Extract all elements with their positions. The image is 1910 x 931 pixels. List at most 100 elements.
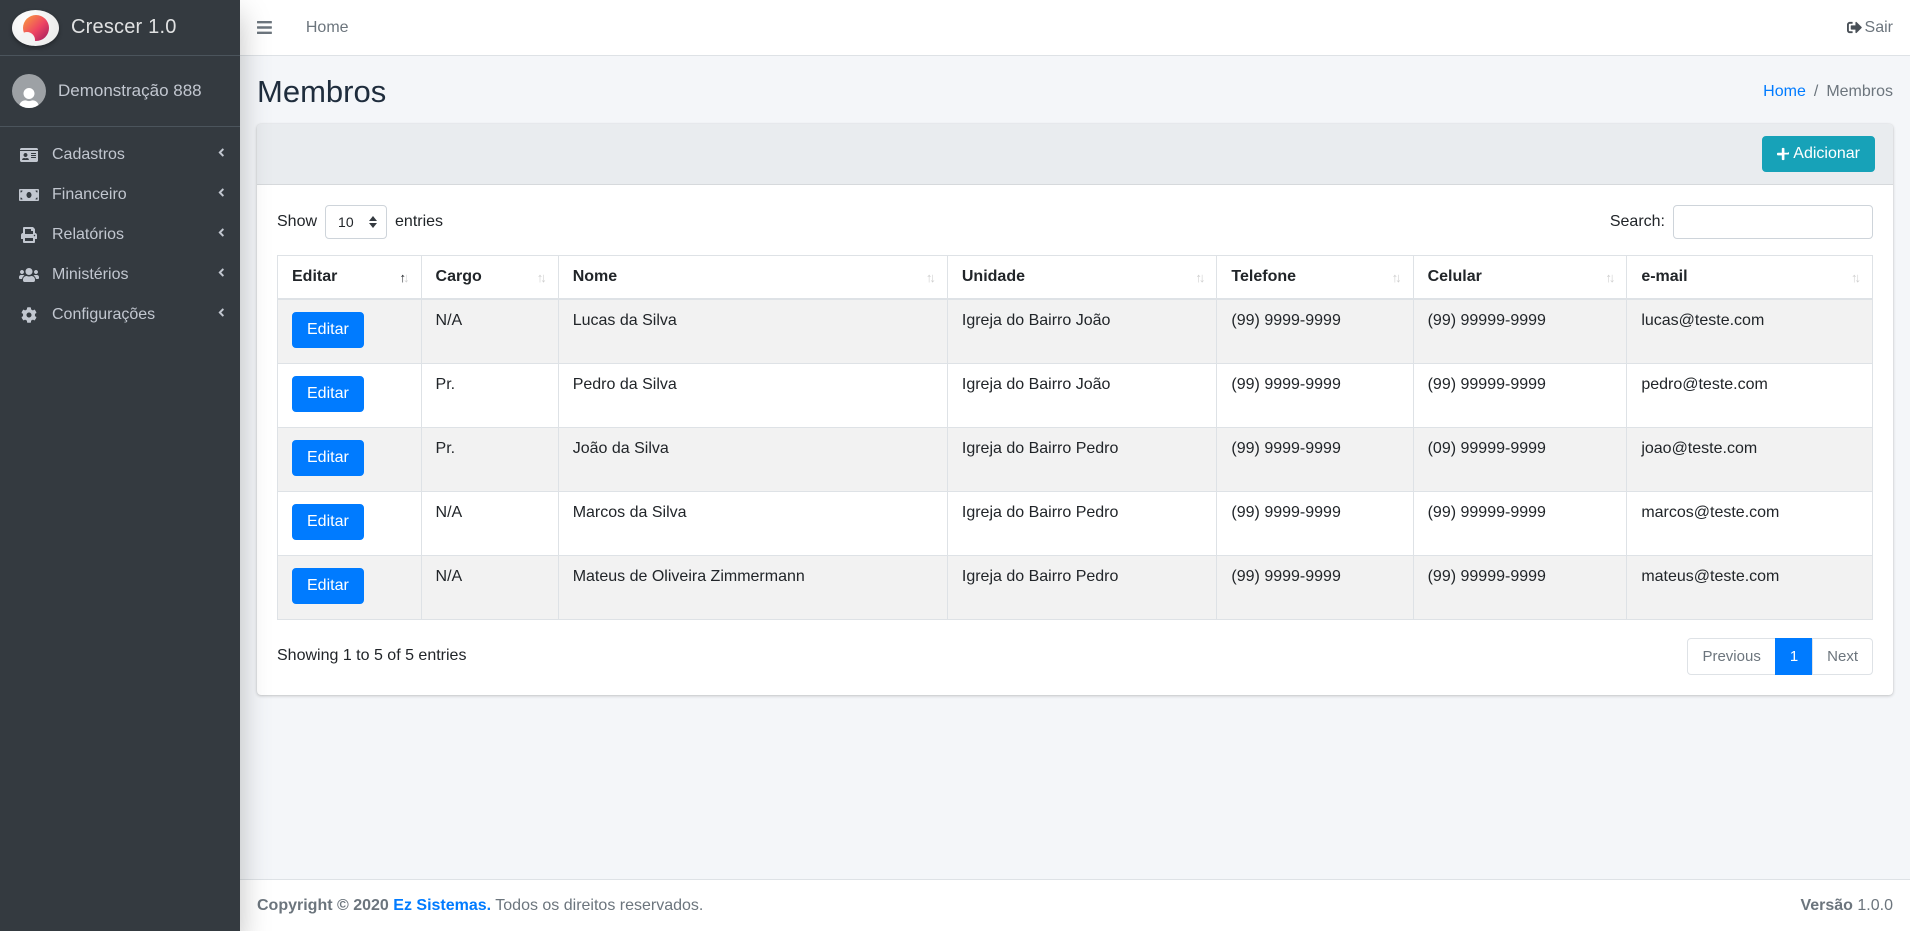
cell-editar: Editar	[278, 299, 422, 363]
column-header-cargo[interactable]: Cargo↑↓	[421, 256, 558, 300]
pagination-next-button[interactable]: Next	[1812, 638, 1873, 675]
breadcrumb-home-link[interactable]: Home	[1763, 83, 1806, 101]
app-logo-icon	[12, 10, 59, 46]
column-header-nome[interactable]: Nome↑↓	[558, 256, 947, 300]
column-header-email[interactable]: e-mail↑↓	[1627, 256, 1873, 300]
table-header-row: Editar↑↓ Cargo↑↓ Nome↑↓ Unidade↑↓ Telefo…	[278, 256, 1873, 300]
sidebar-item-relatorios[interactable]: Relatórios	[8, 215, 232, 255]
sidebar: Crescer 1.0 Demonstração 888 Cadastros F…	[0, 0, 240, 931]
table-row: Editar N/A Mateus de Oliveira Zimmermann…	[278, 555, 1873, 619]
pagination-previous-button[interactable]: Previous	[1687, 638, 1775, 675]
version-value: 1.0.0	[1857, 897, 1893, 914]
page-size-select[interactable]: 10	[325, 205, 387, 239]
money-bill-icon	[16, 187, 42, 203]
version-label: Versão	[1800, 897, 1852, 914]
gear-icon	[16, 307, 42, 323]
sort-icon: ↑↓	[926, 270, 933, 285]
copyright-year: Copyright © 2020	[257, 897, 389, 914]
cell-email: mateus@teste.com	[1627, 555, 1873, 619]
sidebar-item-label: Financeiro	[52, 186, 218, 204]
navbar-home-link[interactable]: Home	[306, 19, 349, 37]
cell-telefone: (99) 9999-9999	[1217, 427, 1413, 491]
cell-telefone: (99) 9999-9999	[1217, 491, 1413, 555]
rights-text: Todos os direitos reservados.	[495, 897, 703, 914]
cell-telefone: (99) 9999-9999	[1217, 363, 1413, 427]
sidebar-menu: Cadastros Financeiro Relatórios	[0, 127, 240, 343]
sidebar-item-cadastros[interactable]: Cadastros	[8, 135, 232, 175]
sidebar-item-label: Ministérios	[52, 266, 218, 284]
chevron-left-icon	[218, 226, 225, 244]
cell-email: joao@teste.com	[1627, 427, 1873, 491]
cell-unidade: Igreja do Bairro Pedro	[947, 555, 1217, 619]
cell-editar: Editar	[278, 427, 422, 491]
cell-nome: João da Silva	[558, 427, 947, 491]
cell-celular: (99) 99999-9999	[1413, 555, 1627, 619]
cell-nome: Mateus de Oliveira Zimmermann	[558, 555, 947, 619]
hamburger-menu-icon[interactable]	[257, 19, 272, 36]
edit-button[interactable]: Editar	[292, 568, 364, 604]
cell-email: marcos@teste.com	[1627, 491, 1873, 555]
printer-icon	[16, 227, 42, 243]
table-info: Showing 1 to 5 of 5 entries	[277, 647, 466, 665]
add-button-label: Adicionar	[1793, 145, 1860, 163]
cell-unidade: Igreja do Bairro João	[947, 299, 1217, 363]
cell-telefone: (99) 9999-9999	[1217, 555, 1413, 619]
breadcrumb: Home / Membros	[1763, 83, 1893, 101]
cell-celular: (99) 99999-9999	[1413, 491, 1627, 555]
users-icon	[16, 267, 42, 283]
copyright-text: Copyright © 2020 Ez Sistemas. Todos os d…	[257, 897, 703, 915]
edit-button[interactable]: Editar	[292, 312, 364, 348]
edit-button[interactable]: Editar	[292, 440, 364, 476]
sidebar-item-ministerios[interactable]: Ministérios	[8, 255, 232, 295]
page-size-control: Show 10 entries	[277, 205, 443, 239]
cell-celular: (09) 99999-9999	[1413, 427, 1627, 491]
entries-label: entries	[395, 213, 443, 231]
edit-button[interactable]: Editar	[292, 504, 364, 540]
user-avatar-icon	[12, 74, 46, 108]
pagination-page-1-button[interactable]: 1	[1775, 638, 1813, 675]
sidebar-item-financeiro[interactable]: Financeiro	[8, 175, 232, 215]
cell-unidade: Igreja do Bairro Pedro	[947, 427, 1217, 491]
company-link[interactable]: Ez Sistemas.	[393, 897, 491, 914]
column-header-telefone[interactable]: Telefone↑↓	[1217, 256, 1413, 300]
column-header-unidade[interactable]: Unidade↑↓	[947, 256, 1217, 300]
cell-celular: (99) 99999-9999	[1413, 299, 1627, 363]
show-label: Show	[277, 213, 317, 231]
add-button[interactable]: Adicionar	[1762, 136, 1875, 172]
sidebar-item-label: Cadastros	[52, 146, 218, 164]
members-card: Adicionar Show 10 entries	[257, 124, 1893, 695]
sort-icon: ↑↓	[1392, 270, 1399, 285]
cell-cargo: N/A	[421, 491, 558, 555]
column-header-editar[interactable]: Editar↑↓	[278, 256, 422, 300]
select-arrows-icon	[369, 216, 377, 228]
card-header: Adicionar	[257, 124, 1893, 185]
sidebar-item-label: Configurações	[52, 306, 218, 324]
table-row: Editar N/A Lucas da Silva Igreja do Bair…	[278, 299, 1873, 363]
search-input[interactable]	[1673, 205, 1873, 239]
user-name: Demonstração 888	[58, 81, 202, 101]
cell-unidade: Igreja do Bairro Pedro	[947, 491, 1217, 555]
cell-celular: (99) 99999-9999	[1413, 363, 1627, 427]
breadcrumb-separator: /	[1814, 83, 1818, 101]
brand-title: Crescer 1.0	[71, 16, 177, 39]
logout-button[interactable]: Sair	[1847, 19, 1893, 37]
cell-telefone: (99) 9999-9999	[1217, 299, 1413, 363]
cell-nome: Pedro da Silva	[558, 363, 947, 427]
search-control: Search:	[1610, 205, 1873, 239]
table-row: Editar Pr. João da Silva Igreja do Bairr…	[278, 427, 1873, 491]
sidebar-item-configuracoes[interactable]: Configurações	[8, 295, 232, 335]
sort-icon: ↑↓	[1851, 270, 1858, 285]
sort-icon: ↑↓	[400, 270, 407, 285]
sort-icon: ↑↓	[1195, 270, 1202, 285]
cell-email: pedro@teste.com	[1627, 363, 1873, 427]
column-header-celular[interactable]: Celular↑↓	[1413, 256, 1627, 300]
brand[interactable]: Crescer 1.0	[0, 0, 240, 56]
plus-icon	[1777, 147, 1789, 161]
sort-icon: ↑↓	[537, 270, 544, 285]
top-navbar: Home Sair	[240, 0, 1910, 56]
members-table: Editar↑↓ Cargo↑↓ Nome↑↓ Unidade↑↓ Telefo…	[277, 255, 1873, 620]
cell-unidade: Igreja do Bairro João	[947, 363, 1217, 427]
user-panel[interactable]: Demonstração 888	[0, 56, 240, 127]
cell-cargo: Pr.	[421, 363, 558, 427]
edit-button[interactable]: Editar	[292, 376, 364, 412]
